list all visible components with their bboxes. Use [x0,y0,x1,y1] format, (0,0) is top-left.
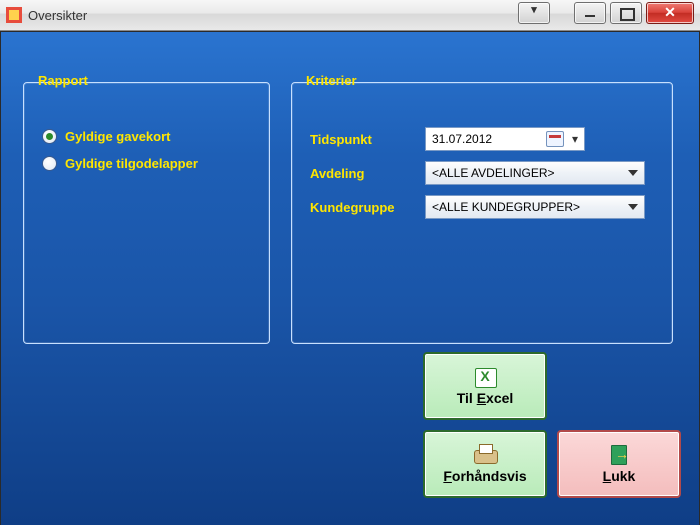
close-button[interactable]: ✕ [646,2,694,24]
row-tidspunkt: Tidspunkt 31.07.2012 ▾ [310,127,672,151]
close-label: Lukk [603,468,636,484]
rapport-group: Rapport Gyldige gavekort Gyldige tilgode… [23,82,270,344]
kriterier-legend: Kriterier [302,73,361,88]
radio-gyldige-gavekort[interactable]: Gyldige gavekort [42,129,269,144]
radio-label: Gyldige gavekort [65,129,170,144]
tidspunkt-value: 31.07.2012 [432,132,492,146]
rapport-legend: Rapport [34,73,92,88]
label-kundegruppe: Kundegruppe [310,200,425,215]
printer-icon [471,444,499,466]
row-avdeling: Avdeling <ALLE AVDELINGER> [310,161,672,185]
input-tidspunkt[interactable]: 31.07.2012 ▾ [425,127,585,151]
to-excel-button[interactable]: Til Excel [423,352,547,420]
kriterier-group: Kriterier Tidspunkt 31.07.2012 ▾ Avdelin… [291,82,673,344]
kundegruppe-value: <ALLE KUNDEGRUPPER> [432,200,580,214]
to-excel-label: Til Excel [457,390,514,406]
row-kundegruppe: Kundegruppe <ALLE KUNDEGRUPPER> [310,195,672,219]
chevron-down-icon: ▾ [568,132,582,146]
radio-gyldige-tilgodelapper[interactable]: Gyldige tilgodelapper [42,156,269,171]
kriterier-legend-text: Kriterier [306,73,357,88]
help-dropdown-button[interactable]: ▾ [518,2,550,24]
preview-button[interactable]: Forhåndsvis [423,430,547,498]
maximize-button[interactable] [610,2,642,24]
label-avdeling: Avdeling [310,166,425,181]
chevron-down-icon [628,170,638,176]
window-title: Oversikter [28,8,87,23]
exit-icon [605,444,633,466]
titlebar: Oversikter ▾ ✕ [0,0,700,31]
rapport-legend-text: Rapport [38,73,88,88]
radio-label: Gyldige tilgodelapper [65,156,198,171]
close-app-button[interactable]: Lukk [557,430,681,498]
radio-icon [42,156,57,171]
radio-icon [42,129,57,144]
chevron-down-icon [628,204,638,210]
preview-label: Forhåndsvis [443,468,526,484]
label-tidspunkt: Tidspunkt [310,132,425,147]
select-kundegruppe[interactable]: <ALLE KUNDEGRUPPER> [425,195,645,219]
select-avdeling[interactable]: <ALLE AVDELINGER> [425,161,645,185]
client-area: Rapport Gyldige gavekort Gyldige tilgode… [0,31,700,525]
app-icon [6,7,22,23]
window-buttons: ▾ ✕ [518,2,694,24]
calendar-icon [546,131,564,147]
avdeling-value: <ALLE AVDELINGER> [432,166,555,180]
minimize-button[interactable] [574,2,606,24]
excel-icon [471,366,499,388]
